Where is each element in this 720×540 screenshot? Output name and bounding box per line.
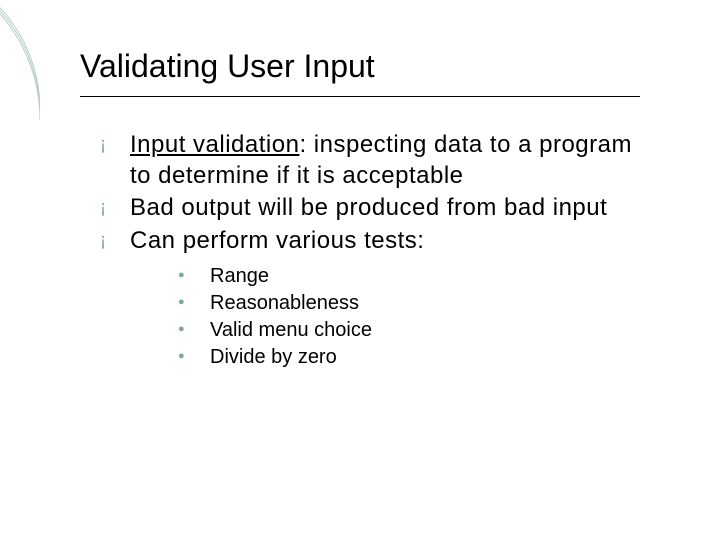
slide: Validating User Input ¡ Input validation… [0,0,720,540]
hollow-circle-bullet-icon: ¡ [100,193,130,222]
slide-title: Validating User Input [80,48,375,85]
sub-bullet-text: Valid menu choice [210,317,660,344]
sub-bullet-text: Reasonableness [210,290,660,317]
hollow-circle-bullet-icon: ¡ [100,130,130,159]
bullet-text: Can perform various tests: [130,226,660,257]
decorative-corner-arcs [0,0,40,540]
sub-bullet-list: ● Range ● Reasonableness ● Valid menu ch… [100,263,660,371]
filled-circle-bullet-icon: ● [178,290,210,314]
bullet-text: Bad output will be produced from bad inp… [130,193,660,224]
bullet-item: ¡ Bad output will be produced from bad i… [100,193,660,224]
sub-bullet-text: Divide by zero [210,344,660,371]
sub-bullet-item: ● Divide by zero [178,344,660,371]
bullet-item: ¡ Can perform various tests: [100,226,660,257]
bullet-list: ¡ Input validation: inspecting data to a… [100,130,660,257]
defined-term: Input validation [130,131,299,158]
sub-bullet-item: ● Reasonableness [178,290,660,317]
sub-bullet-text: Range [210,263,660,290]
bullet-item: ¡ Input validation: inspecting data to a… [100,130,660,191]
filled-circle-bullet-icon: ● [178,317,210,341]
filled-circle-bullet-icon: ● [178,263,210,287]
slide-body: ¡ Input validation: inspecting data to a… [100,130,660,371]
sub-bullet-item: ● Range [178,263,660,290]
sub-bullet-item: ● Valid menu choice [178,317,660,344]
bullet-text: Input validation: inspecting data to a p… [130,130,660,191]
hollow-circle-bullet-icon: ¡ [100,226,130,255]
title-underline [80,96,640,97]
filled-circle-bullet-icon: ● [178,344,210,368]
